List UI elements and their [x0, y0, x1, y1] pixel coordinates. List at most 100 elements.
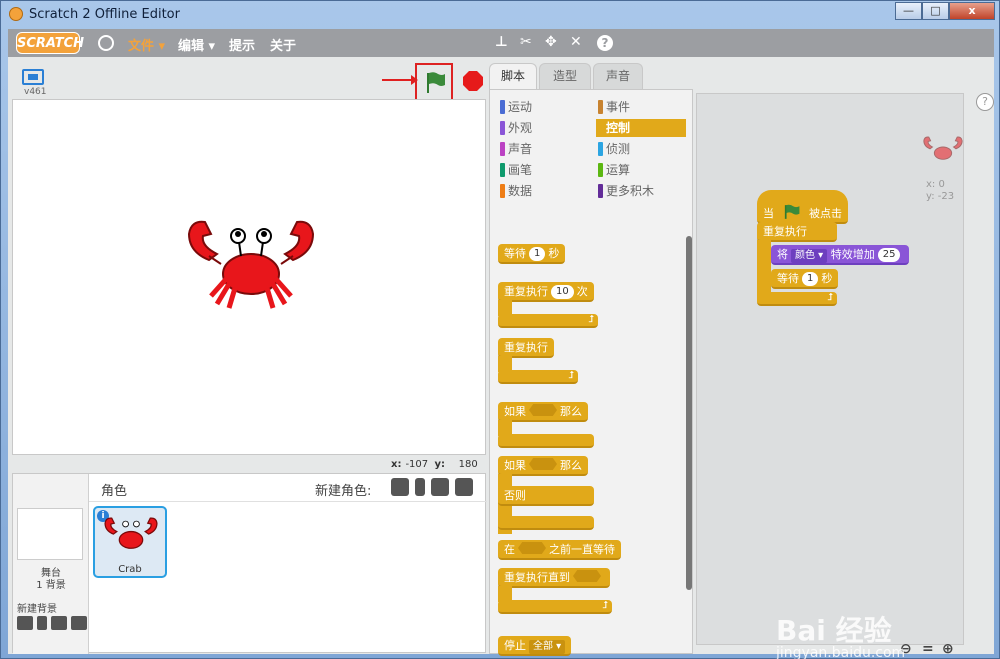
category-color-swatch — [500, 121, 505, 135]
new-backdrop-label: 新建背景 — [17, 604, 57, 615]
stage-column: 舞台 1 背景 新建背景 — [13, 474, 89, 654]
new-sprite-tools — [391, 478, 473, 496]
block-wait[interactable]: 等待 1 秒 — [498, 244, 566, 264]
category-data[interactable]: 数据 — [498, 182, 588, 200]
category-more-blocks[interactable]: 更多积木 — [596, 182, 686, 200]
block-change-effect[interactable]: 将颜色 ▾ 特效增加 25 — [771, 245, 910, 265]
block-footer: ⮥ — [498, 370, 578, 384]
palette-scrollbar[interactable] — [686, 236, 692, 590]
category-sound[interactable]: 声音 — [498, 140, 588, 158]
category-pen[interactable]: 画笔 — [498, 161, 588, 179]
maximize-button[interactable]: □ — [922, 2, 949, 20]
tab-scripts[interactable]: 脚本 — [489, 63, 537, 90]
close-button[interactable]: x — [949, 2, 995, 20]
wait-seconds-input[interactable]: 1 — [529, 247, 546, 261]
app-window: Scratch 2 Offline Editor — □ x SCRATCH 文… — [0, 0, 1000, 659]
sprite-thumbnail[interactable]: i Crab — [93, 506, 167, 578]
sprite-y: y: -23 — [926, 191, 955, 202]
camera-icon[interactable] — [71, 616, 87, 630]
block-text: 如果 — [504, 459, 526, 472]
category-label: 运动 — [508, 100, 533, 114]
upload-sprite-icon[interactable] — [431, 478, 449, 496]
tab-costumes[interactable]: 造型 — [539, 63, 591, 89]
category-color-swatch — [598, 121, 603, 135]
shrink-icon[interactable]: ✕ — [570, 34, 582, 50]
block-else: 否则 — [498, 486, 594, 506]
stop-sign-icon[interactable] — [463, 71, 483, 91]
block-when-flag-clicked[interactable]: 当 被点击 — [757, 190, 848, 224]
block-text: 重复执行 — [504, 285, 548, 298]
zoom-in-icon[interactable]: ⊕ — [942, 641, 954, 657]
category-label: 控制 — [606, 121, 631, 135]
repeat-count-input[interactable]: 10 — [551, 285, 574, 299]
wait-seconds-input[interactable]: 1 — [802, 272, 819, 286]
editor-client: SCRATCH 文件 ▾ 编辑 ▾ 提示 关于 ⊥ ✂ ✥ ✕ ? v461 x… — [8, 29, 994, 659]
grow-icon[interactable]: ✥ — [545, 34, 557, 50]
crab-sprite-icon[interactable] — [181, 212, 321, 322]
stage-thumbnail[interactable] — [17, 508, 83, 560]
category-label: 事件 — [606, 100, 631, 114]
block-text: 被点击 — [809, 207, 842, 220]
green-flag-highlight[interactable] — [415, 63, 453, 101]
menu-edit[interactable]: 编辑 ▾ — [178, 35, 215, 54]
script-area[interactable]: 当 被点击 重复执行 ⮥ 将颜色 ▾ 特效增加 25 等待 1 秒 — [696, 93, 964, 645]
delete-scissors-icon[interactable]: ✂ — [520, 34, 532, 50]
sprite-library-icon[interactable] — [391, 478, 409, 496]
duplicate-stamp-icon[interactable]: ⊥ — [495, 34, 508, 50]
paint-brush-icon[interactable] — [37, 616, 47, 630]
category-looks[interactable]: 外观 — [498, 119, 588, 137]
menu-bar: SCRATCH 文件 ▾ 编辑 ▾ 提示 关于 ⊥ ✂ ✥ ✕ ? — [8, 29, 994, 57]
scratch-logo[interactable]: SCRATCH — [16, 32, 84, 54]
category-control[interactable]: 控制 — [596, 119, 686, 137]
coord-x-label: x: — [391, 459, 402, 470]
block-text: 那么 — [560, 459, 582, 472]
zoom-reset-icon[interactable]: = — [922, 641, 934, 657]
fullscreen-icon[interactable] — [22, 69, 44, 85]
condition-slot[interactable] — [518, 542, 546, 554]
menu-tips[interactable]: 提示 — [229, 35, 255, 54]
sprite-pane: 舞台 1 背景 新建背景 角色 新建角色: i Crab — [12, 473, 487, 654]
stage-header: v461 — [12, 63, 486, 101]
block-text: 将 — [777, 248, 788, 261]
category-color-swatch — [500, 163, 505, 177]
category-color-swatch — [500, 142, 505, 156]
help-icon[interactable]: ? — [976, 93, 994, 111]
tab-sounds[interactable]: 声音 — [593, 63, 643, 89]
red-arrow-annotation — [382, 75, 418, 85]
green-flag-icon — [784, 204, 799, 219]
effect-dropdown[interactable]: 颜色 ▾ — [791, 249, 828, 263]
loop-arrow-icon: ⮥ — [588, 314, 594, 325]
block-help-icon[interactable]: ? — [597, 35, 613, 51]
block-footer — [498, 434, 594, 448]
script-block-wait[interactable]: 等待 1 秒 — [771, 269, 839, 289]
minimize-button[interactable]: — — [895, 2, 922, 20]
loop-arrow-icon: ⮥ — [568, 370, 574, 381]
watermark-brand: Bai 经验 — [776, 614, 892, 647]
block-stop[interactable]: 停止 全部 ▾ — [498, 636, 572, 656]
category-operators[interactable]: 运算 — [596, 161, 686, 179]
stop-option-dropdown[interactable]: 全部 ▾ — [529, 640, 566, 654]
condition-slot[interactable] — [573, 570, 601, 582]
language-globe-icon[interactable] — [98, 35, 114, 51]
sprites-title: 角色 — [101, 484, 128, 499]
paint-new-sprite-icon[interactable] — [415, 478, 425, 496]
backdrop-library-icon[interactable] — [17, 616, 33, 630]
category-sensing[interactable]: 侦测 — [596, 140, 686, 158]
sprite-name: Crab — [118, 564, 142, 575]
category-color-swatch — [598, 184, 603, 198]
condition-slot[interactable] — [529, 404, 557, 416]
category-events[interactable]: 事件 — [596, 98, 686, 116]
menu-about[interactable]: 关于 — [270, 35, 296, 54]
condition-slot[interactable] — [529, 458, 557, 470]
upload-icon[interactable] — [51, 616, 67, 630]
current-sprite-icon — [923, 136, 963, 160]
block-text: 重复执行直到 — [504, 571, 570, 584]
crab-thumbnail-icon — [104, 517, 158, 549]
category-motion[interactable]: 运动 — [498, 98, 588, 116]
camera-sprite-icon[interactable] — [455, 478, 473, 496]
effect-amount-input[interactable]: 25 — [877, 248, 901, 262]
category-color-swatch — [598, 142, 603, 156]
stage-canvas[interactable] — [12, 99, 486, 455]
block-wait-until[interactable]: 在 之前一直等待 — [498, 540, 621, 560]
menu-file[interactable]: 文件 ▾ — [128, 35, 165, 54]
